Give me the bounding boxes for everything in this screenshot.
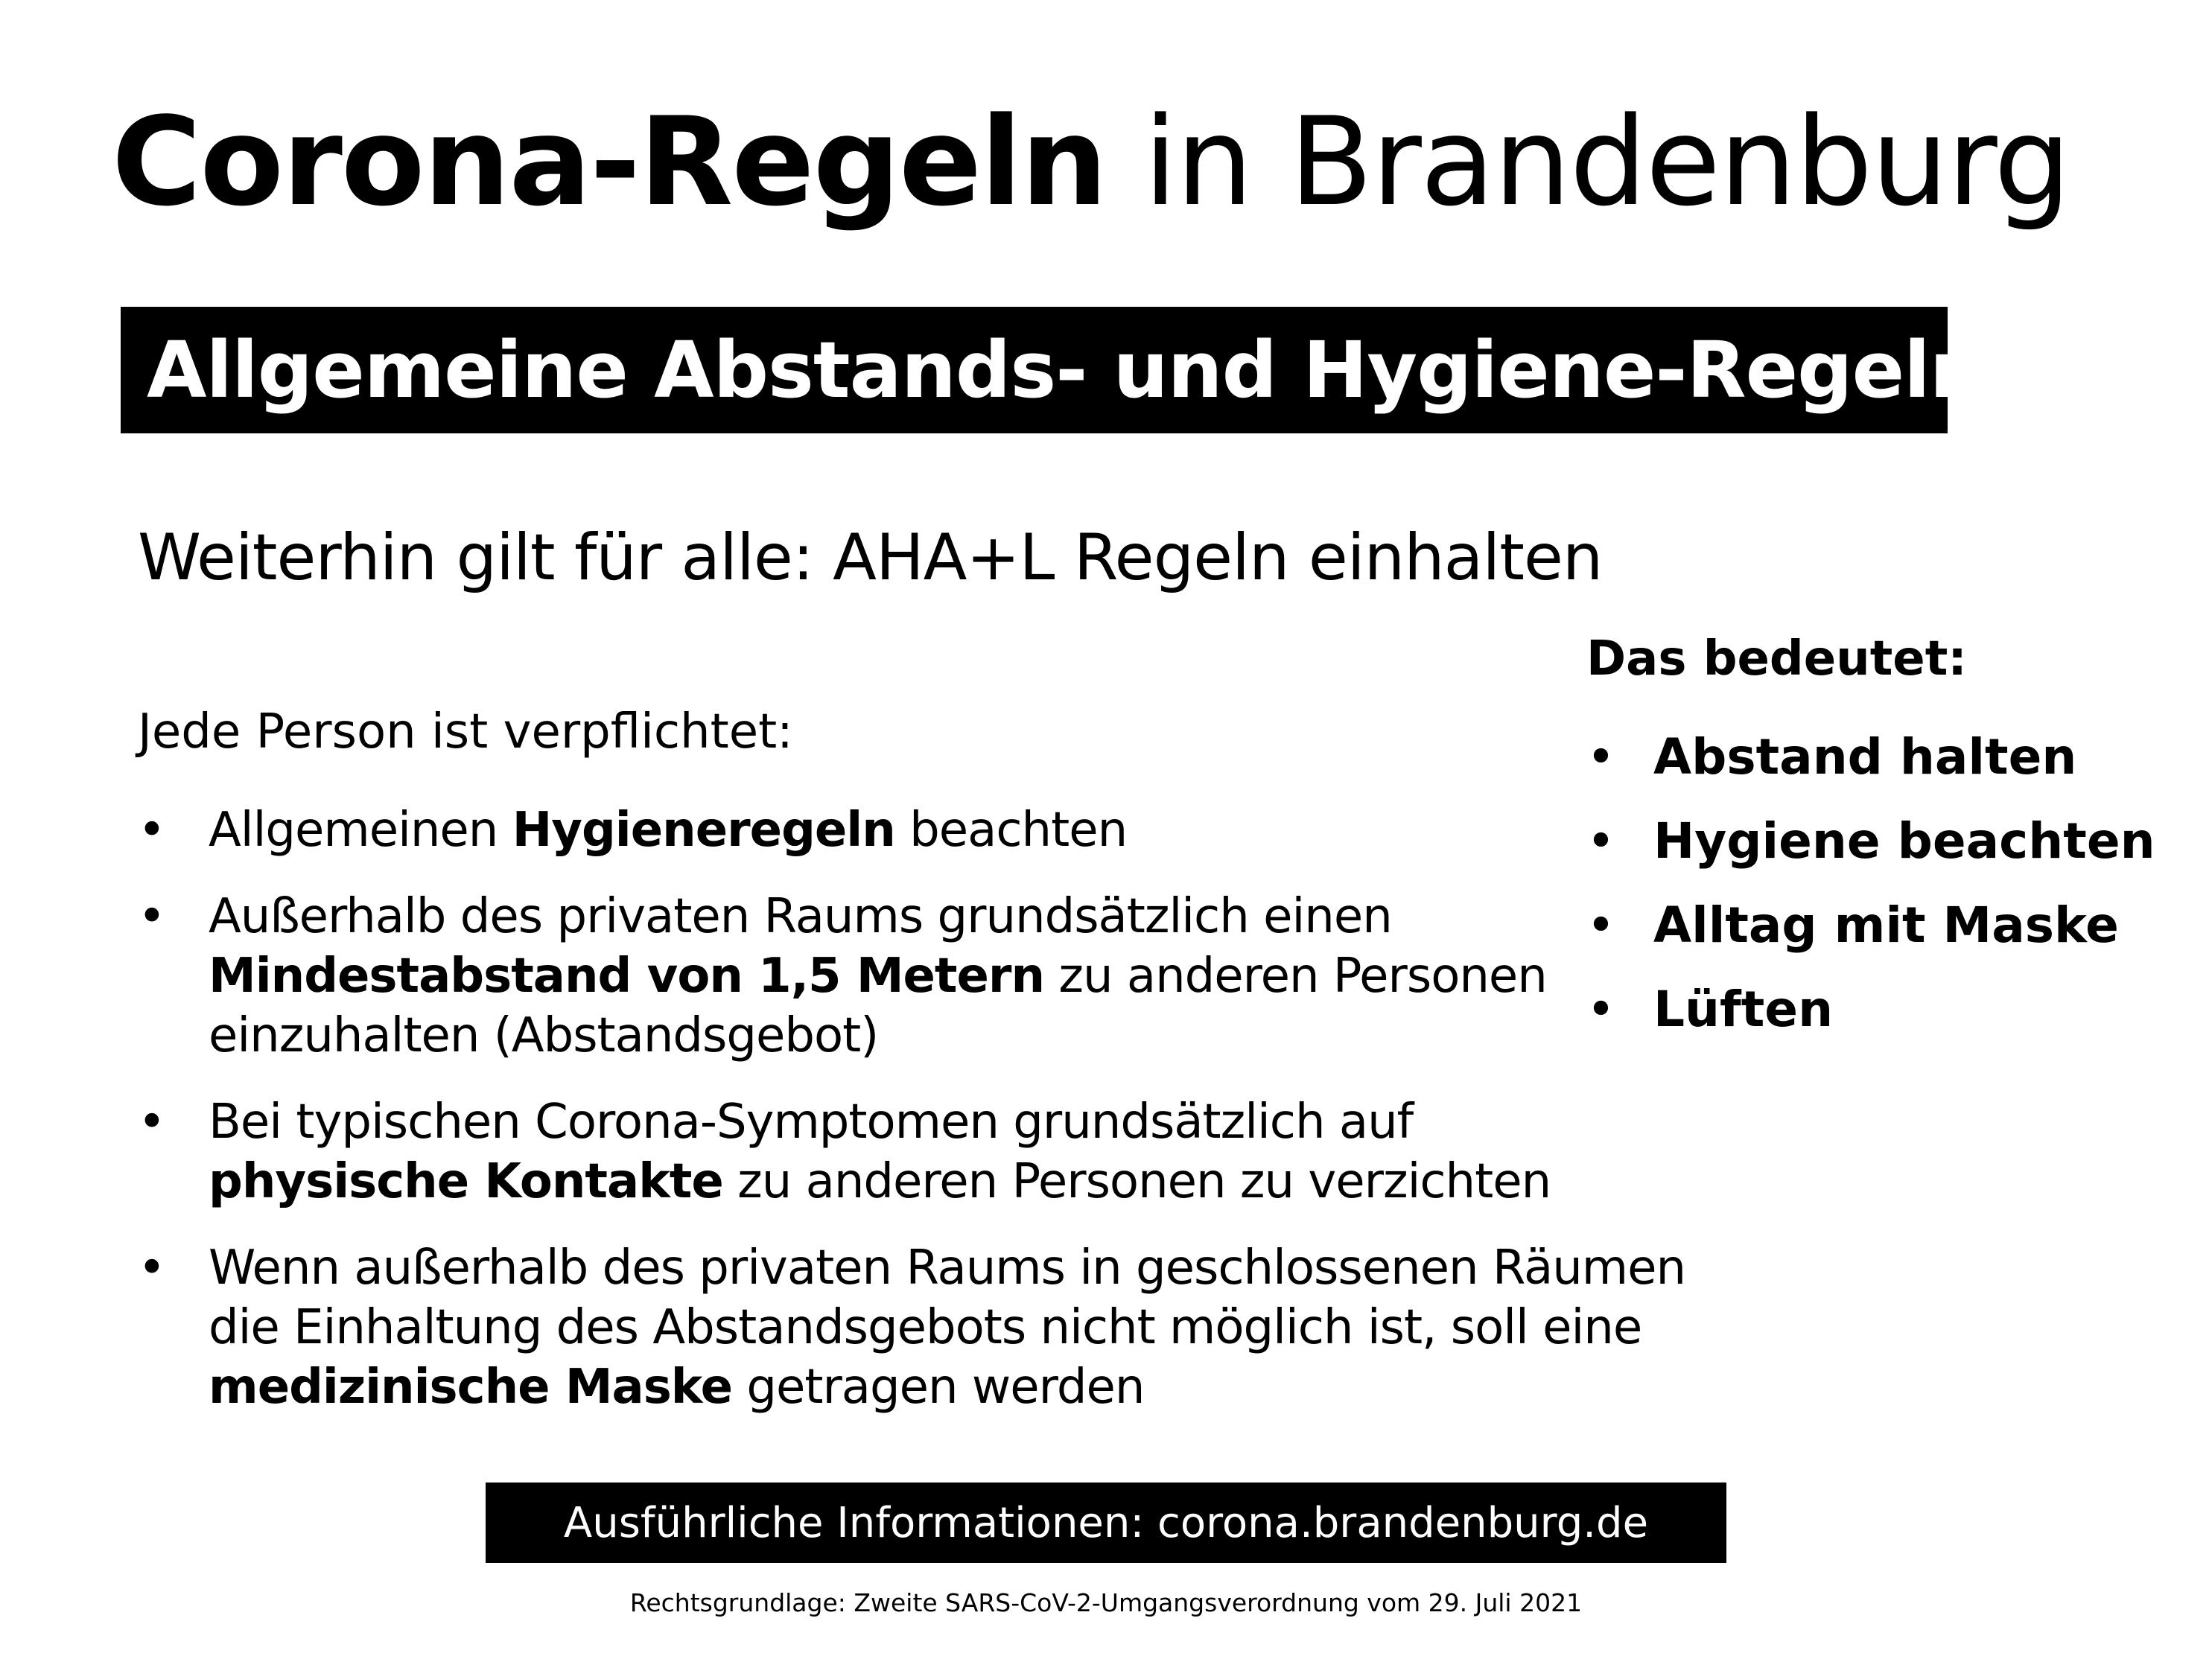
rule-text: Außerhalb des privaten Raums grundsätzli… [209, 889, 1393, 944]
subtitle: Weiterhin gilt für alle: AHA+L Regeln ei… [138, 520, 1603, 595]
rule-text: Bei typischen Corona-Symptomen grundsätz… [209, 1095, 1414, 1150]
page-title: Corona-Regeln in Brandenburg [112, 101, 2071, 223]
rule-item-mask: • Wenn außerhalb des privaten Raums in ge… [138, 1238, 1687, 1417]
meaning-item-label: Abstand halten [1653, 728, 2077, 786]
meaning-item-label: Hygiene beachten [1653, 812, 2155, 870]
section-banner: Allgemeine Abstands- und Hygiene-Regeln [121, 307, 1985, 433]
bullet: • [138, 1241, 166, 1296]
rule-item-hygiene: • Allgemeinen Hygieneregeln beachten [138, 800, 1687, 860]
rule-emphasis: Hygieneregeln [512, 803, 896, 858]
rule-emphasis: physische Kontakte [209, 1154, 724, 1209]
rule-text: getragen werden [732, 1360, 1145, 1415]
rule-text: Wenn außerhalb des privaten Raums in ges… [209, 1241, 1686, 1355]
bullet: • [138, 889, 166, 944]
meaning-item-mask: • Alltag mit Maske [1586, 883, 2197, 967]
meaning-title: Das bedeutet: [1586, 631, 1967, 687]
rule-text: Allgemeinen [209, 803, 512, 858]
bullet: • [1586, 897, 1615, 955]
meaning-item-hygiene: • Hygiene beachten [1586, 799, 2197, 883]
meaning-item-label: Lüften [1653, 981, 1834, 1039]
meaning-item-distance: • Abstand halten [1586, 715, 2197, 799]
info-banner: Ausführliche Informationen: corona.brand… [486, 1483, 1726, 1563]
meaning-item-ventilate: • Lüften [1586, 967, 2197, 1051]
meaning-item-label: Alltag mit Maske [1653, 897, 2119, 955]
rule-text: beachten [894, 803, 1128, 858]
meaning-list: • Abstand halten • Hygiene beachten • Allta… [1586, 715, 2197, 1051]
rule-text: zu anderen Personen zu verzichten [722, 1154, 1551, 1209]
rule-emphasis: medizinische Maske [209, 1360, 733, 1415]
rule-item-symptoms: • Bei typischen Corona-Symptomen grundsät… [138, 1092, 1687, 1211]
bullet: • [138, 1095, 166, 1150]
bullet: • [1586, 728, 1615, 786]
meaning-panel: Das bedeutet: • Abstand halten • Hygiene b… [1586, 633, 2197, 1051]
bullet: • [1586, 981, 1615, 1039]
page-title-bold: Corona-Regeln [112, 91, 1107, 233]
obligation-lead: Jede Person ist verpflichtet: [138, 704, 793, 759]
legal-basis-note: Rechtsgrundlage: Zweite SARS-CoV-2-Umgan… [629, 1588, 1583, 1617]
page-title-rest: in Brandenburg [1106, 91, 2071, 233]
rules-list: • Allgemeinen Hygieneregeln beachten • Auß… [138, 800, 1687, 1444]
rule-item-distance: • Außerhalb des privaten Raums grundsätzl… [138, 887, 1687, 1066]
rule-emphasis: Mindestabstand von 1,5 Metern [209, 949, 1045, 1004]
bullet: • [1586, 812, 1615, 870]
bullet: • [138, 803, 166, 858]
